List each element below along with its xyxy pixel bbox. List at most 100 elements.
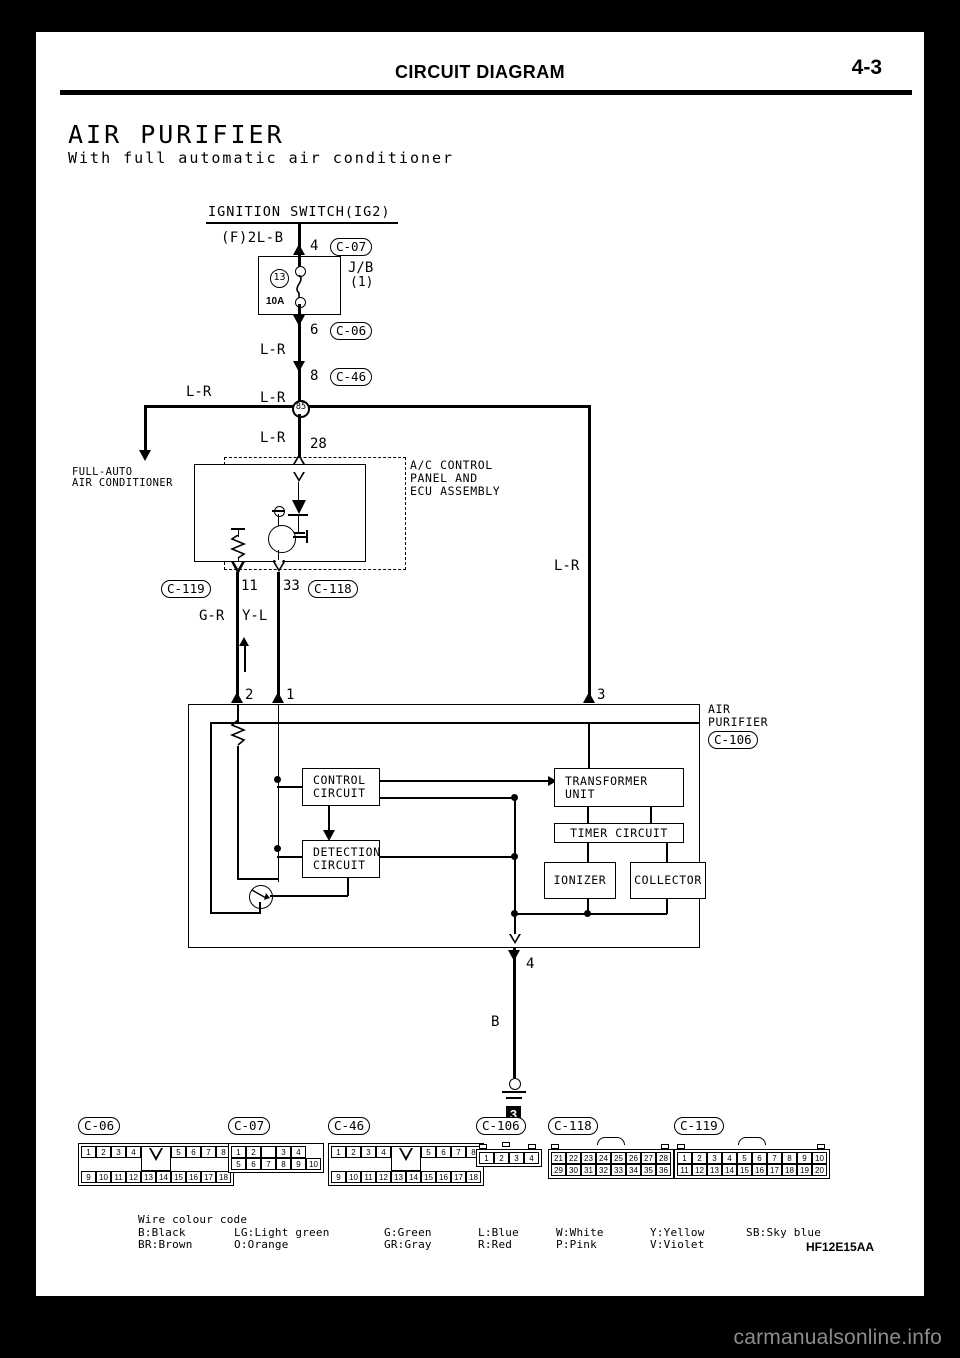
transformer-line1: TRANSFORMER [565, 773, 648, 788]
connector-pin: 19 [797, 1164, 812, 1176]
connector-body-c-118: 21 22 23 24 25 26 27 28 29 30 31 32 33 34 35 36 [548, 1149, 674, 1179]
wire-label-gr: G-R [199, 608, 225, 624]
connector-tag-c118: C-118 [308, 580, 358, 598]
connector-pin: 4 [376, 1146, 391, 1158]
connector-pin: 9 [291, 1158, 306, 1170]
connector-pin: 7 [767, 1152, 782, 1164]
purifier-ground-terminal [509, 934, 521, 944]
wire-detection-down [347, 878, 349, 896]
connector-pin: 14 [156, 1171, 171, 1183]
manual-page: carmanualsonline.info CIRCUIT DIAGRAM 4-… [0, 0, 960, 1358]
legend-v: V:Violet [650, 1238, 705, 1251]
connector-pin: 4 [722, 1152, 737, 1164]
connector-pin: 31 [581, 1164, 596, 1176]
connector-pin-row: 12 34 [231, 1146, 321, 1158]
connector-label-c-118: C-118 [548, 1117, 598, 1135]
source-watermark: carmanualsonline.info [733, 1326, 942, 1349]
transformer-line2: UNIT [565, 786, 596, 801]
connector-pin: 16 [752, 1164, 767, 1176]
transistor-base-bar [272, 510, 285, 512]
wire-sensor-to-detection [270, 895, 348, 897]
connector-pin: 23 [581, 1152, 596, 1164]
pin-label-purifier-4: 4 [526, 956, 535, 972]
connector-label-c-46: C-46 [328, 1117, 371, 1135]
legend-row-2: BR:Brown O:Orange GR:Gray R:Red P:Pink V… [138, 1238, 821, 1252]
connector-body-c-46: 1 2 3 4 5 6 7 8 9 10 11 12 13 14 15 16 17 18 [328, 1143, 484, 1186]
wire-right-bus [514, 797, 516, 942]
diode-lead-bottom [297, 514, 299, 533]
wire-detection-to-bus [380, 856, 514, 858]
connector-tag-c106: C-106 [708, 731, 758, 749]
connector-pin: 20 [812, 1164, 827, 1176]
connector-pin: 16 [186, 1171, 201, 1183]
connector-pin: 10 [812, 1152, 827, 1164]
connector-pin: 7 [201, 1146, 216, 1158]
connector-pin: 6 [752, 1152, 767, 1164]
connector-pin: 27 [641, 1152, 656, 1164]
legend-br: BR:Brown [138, 1238, 193, 1251]
connector-pin: 10 [306, 1158, 321, 1170]
pin6-arrow-down [293, 315, 305, 326]
jb-label: J/B [348, 260, 374, 276]
connector-pin: 12 [126, 1171, 141, 1183]
ac-panel-label-line1: A/C CONTROL [410, 458, 493, 472]
connector-pin: 1 [479, 1152, 494, 1164]
connector-pin: 6 [436, 1146, 451, 1158]
wire-ground [513, 948, 516, 1078]
connector-pin: 35 [641, 1164, 656, 1176]
ionizer-label: IONIZER [553, 873, 607, 888]
connector-label-c-119: C-119 [674, 1117, 724, 1135]
connector-pin-empty [261, 1146, 276, 1158]
node-bus-bottom [511, 910, 518, 917]
pin-label-purifier-3: 3 [597, 687, 606, 703]
connector-pin: 3 [361, 1146, 376, 1158]
wire-timer-to-ionizer [587, 843, 589, 862]
connector-pin: 1 [231, 1146, 246, 1158]
connector-pin: 36 [656, 1164, 671, 1176]
legend-gr: GR:Gray [384, 1238, 432, 1251]
connector-pin: 5 [421, 1146, 436, 1158]
connector-pin: 26 [626, 1152, 641, 1164]
connector-label-c-07: C-07 [228, 1117, 271, 1135]
transistor-base-lead [277, 514, 279, 526]
wire-collector-down [666, 899, 668, 914]
full-auto-arrow [139, 450, 151, 461]
legend-sb: SB:Sky blue [746, 1225, 822, 1239]
document-code: HF12E15AA [806, 1240, 875, 1254]
wire-top-rail [210, 722, 700, 724]
connector-pin: 7 [261, 1158, 276, 1170]
connector-pin: 15 [171, 1171, 186, 1183]
connector-pin-row: 12345678 [81, 1146, 231, 1171]
connector-pin: 4 [291, 1146, 306, 1158]
connector-pin: 3 [509, 1152, 524, 1164]
pin4-ground-arrow [508, 950, 520, 961]
connector-pin: 22 [566, 1152, 581, 1164]
connector-pin: 2 [346, 1146, 361, 1158]
pin-label-11: 11 [241, 578, 258, 594]
timer-circuit-block: TIMER CIRCUIT [554, 823, 684, 843]
connector-pin: 32 [596, 1164, 611, 1176]
connector-lock-arc [738, 1137, 766, 1145]
connector-tag-c07: C-07 [330, 238, 373, 256]
fuse-rating: 10A [266, 296, 285, 307]
notch-triangle-icon [399, 1148, 413, 1161]
ignition-switch-bar [206, 222, 398, 224]
connector-pin: 24 [596, 1152, 611, 1164]
connector-pin: 33 [611, 1164, 626, 1176]
connector-label-c-106: C-106 [476, 1117, 526, 1135]
wire-lr-right [588, 405, 591, 703]
node-detection-in [274, 845, 281, 852]
control-circuit-line2: CIRCUIT [313, 786, 366, 800]
node-ionizer-bottom [584, 910, 591, 917]
transistor-body [268, 525, 296, 553]
connector-pin: 12 [692, 1164, 707, 1176]
transistor-base-dot [274, 506, 285, 517]
fuse-number: 13 [270, 269, 289, 288]
connector-pin: 13 [707, 1164, 722, 1176]
connector-pin: 15 [421, 1171, 436, 1183]
connector-pin: 1 [331, 1146, 346, 1158]
connector-pin: 8 [276, 1158, 291, 1170]
connector-pin: 9 [331, 1171, 346, 1183]
legend-o: O:Orange [234, 1238, 289, 1251]
connector-pin: 2 [692, 1152, 707, 1164]
